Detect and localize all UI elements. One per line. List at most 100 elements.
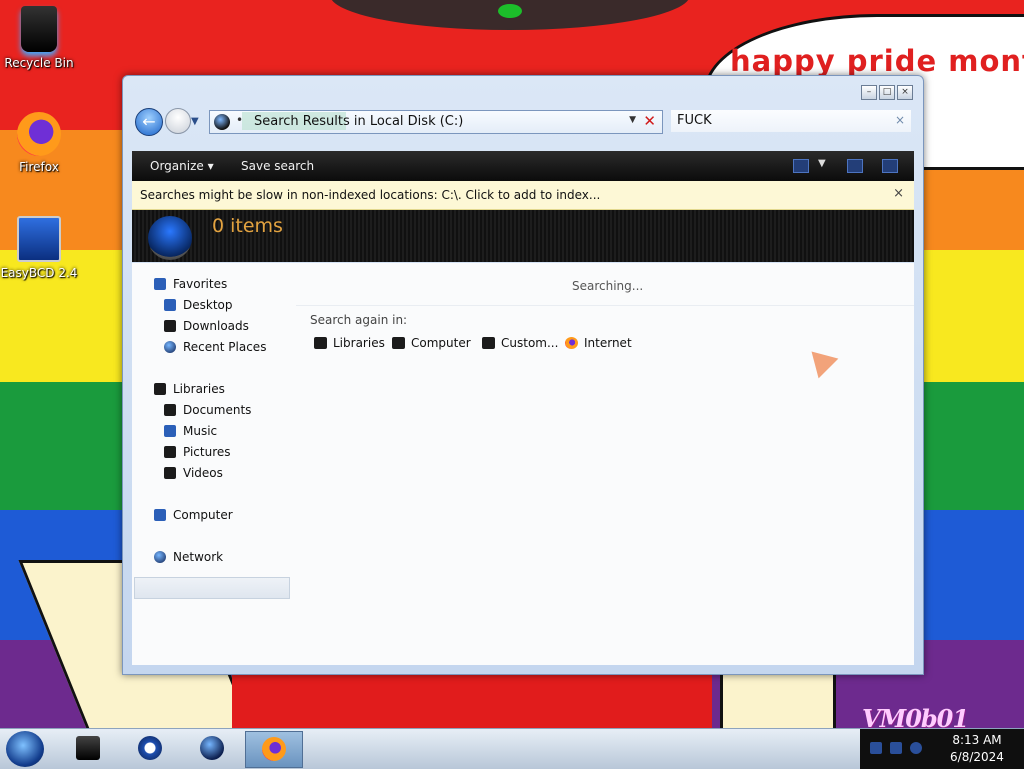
nav-recent-places[interactable]: Recent Places [164, 340, 266, 354]
nav-label: Libraries [173, 382, 225, 396]
nav-computer[interactable]: Computer [154, 508, 233, 522]
taskbar: 8:13 AM 6/8/2024 [0, 728, 1024, 769]
nav-label: Pictures [183, 445, 231, 459]
nav-computer-highlight [134, 577, 290, 599]
nav-label: Downloads [183, 319, 249, 333]
divider [296, 305, 914, 306]
index-info-bar[interactable]: Searches might be slow in non-indexed lo… [132, 181, 914, 210]
action-center-icon[interactable] [870, 742, 882, 754]
clear-search-icon[interactable]: × [895, 113, 905, 127]
desktop-icon-firefox[interactable]: Firefox [0, 112, 81, 174]
location-label: Custom... [501, 336, 559, 350]
nav-videos[interactable]: Videos [164, 466, 223, 480]
desktop-icon-easybcd[interactable]: EasyBCD 2.4 [0, 216, 81, 280]
desktop-icon [164, 299, 176, 311]
nav-libraries[interactable]: Libraries [154, 382, 225, 396]
history-dropdown-icon[interactable]: ▼ [191, 116, 199, 127]
downloads-icon [164, 320, 176, 332]
help-icon[interactable] [882, 159, 898, 173]
desktop-icon-recycle-bin[interactable]: Recycle Bin [0, 6, 81, 70]
nav-label: Documents [183, 403, 252, 417]
clock-date: 6/8/2024 [950, 750, 1004, 764]
save-search-button[interactable]: Save search [241, 159, 314, 173]
location-label: Libraries [333, 336, 385, 350]
address-dropdown-icon[interactable]: ▼ [629, 115, 636, 125]
organize-label: Organize [150, 159, 204, 173]
nav-label: Computer [173, 508, 233, 522]
location-label: Computer [411, 336, 471, 350]
videos-icon [164, 467, 176, 479]
taskbar-media-player[interactable] [122, 731, 178, 766]
minimize-button[interactable]: – [861, 85, 877, 100]
recycle-bin-icon [21, 6, 57, 52]
info-bar-close-icon[interactable]: × [893, 186, 904, 201]
easybcd-icon [17, 216, 61, 262]
close-button[interactable]: × [897, 85, 913, 100]
nav-music[interactable]: Music [164, 424, 217, 438]
system-tray: 8:13 AM 6/8/2024 [860, 729, 1024, 769]
desktop-icon-label: Recycle Bin [4, 56, 74, 70]
libraries-icon [314, 337, 327, 349]
change-view-icon[interactable] [793, 159, 809, 173]
explorer-window: – □ × ← ▼ • Search Results in Local Disk… [122, 75, 924, 675]
caption-buttons: – □ × [861, 85, 913, 100]
wallpaper-body [232, 672, 712, 732]
taskbar-explorer[interactable] [60, 731, 116, 766]
back-button[interactable]: ← [135, 108, 163, 136]
organize-button[interactable]: Organize ▾ [150, 159, 214, 173]
firefox-icon [262, 737, 286, 761]
wallpaper-creature-eye [498, 4, 522, 18]
maximize-button[interactable]: □ [879, 85, 895, 100]
nav-label: Network [173, 550, 224, 564]
volume-icon[interactable] [910, 742, 922, 754]
breadcrumb-separator-icon[interactable]: • [236, 113, 243, 127]
music-icon [164, 425, 176, 437]
search-input[interactable]: FUCK × [671, 110, 911, 132]
desktop-icon-label: Firefox [19, 160, 59, 174]
view-options-chevron-down-icon[interactable]: ▼ [818, 158, 826, 169]
clock[interactable]: 8:13 AM 6/8/2024 [932, 732, 1022, 766]
preview-pane-icon[interactable] [847, 159, 863, 173]
results-header: 0 items [132, 210, 914, 262]
pictures-icon [164, 446, 176, 458]
search-again-computer[interactable]: Computer [392, 336, 471, 350]
nav-documents[interactable]: Documents [164, 403, 251, 417]
search-query[interactable]: FUCK [677, 113, 712, 128]
search-orb-icon [148, 216, 192, 260]
location-label: Internet [584, 336, 632, 350]
network-icon[interactable] [890, 742, 902, 754]
info-bar-text[interactable]: Searches might be slow in non-indexed lo… [140, 188, 600, 202]
start-button[interactable] [6, 731, 44, 767]
search-again-custom[interactable]: Custom... [482, 336, 558, 350]
item-count: 0 items [212, 215, 283, 237]
nav-label: Videos [183, 466, 223, 480]
network-icon [154, 551, 166, 563]
custom-folder-icon [482, 337, 495, 349]
firefox-icon [17, 112, 61, 156]
nav-downloads[interactable]: Downloads [164, 319, 249, 333]
search-results-icon [214, 114, 230, 130]
nav-desktop[interactable]: Desktop [164, 298, 233, 312]
wallpaper-text: happy pride month [730, 44, 1024, 78]
media-player-icon [138, 736, 162, 760]
navigation-pane: Favorites Desktop Downloads Recent Place… [132, 263, 292, 665]
search-again-label: Search again in: [310, 313, 408, 327]
address-bar[interactable]: • Search Results in Local Disk (C:) ▼ ✕ [209, 110, 663, 134]
explorer-icon [76, 736, 100, 760]
forward-button[interactable] [165, 108, 191, 134]
search-again-internet[interactable]: Internet [565, 336, 632, 350]
desktop-icon-label: EasyBCD 2.4 [0, 266, 78, 280]
globe-icon [200, 736, 224, 760]
nav-pictures[interactable]: Pictures [164, 445, 231, 459]
taskbar-ie[interactable] [184, 731, 240, 766]
address-path[interactable]: Search Results in Local Disk (C:) [254, 114, 463, 129]
nav-network[interactable]: Network [154, 550, 223, 564]
taskbar-firefox[interactable] [245, 731, 303, 768]
nav-favorites[interactable]: Favorites [154, 277, 227, 291]
computer-icon [392, 337, 405, 349]
firefox-icon [565, 337, 578, 349]
navigation-bar: ← ▼ • Search Results in Local Disk (C:) … [135, 106, 913, 138]
search-status: Searching... [572, 279, 644, 293]
stop-search-icon[interactable]: ✕ [643, 112, 656, 130]
search-again-libraries[interactable]: Libraries [314, 336, 385, 350]
